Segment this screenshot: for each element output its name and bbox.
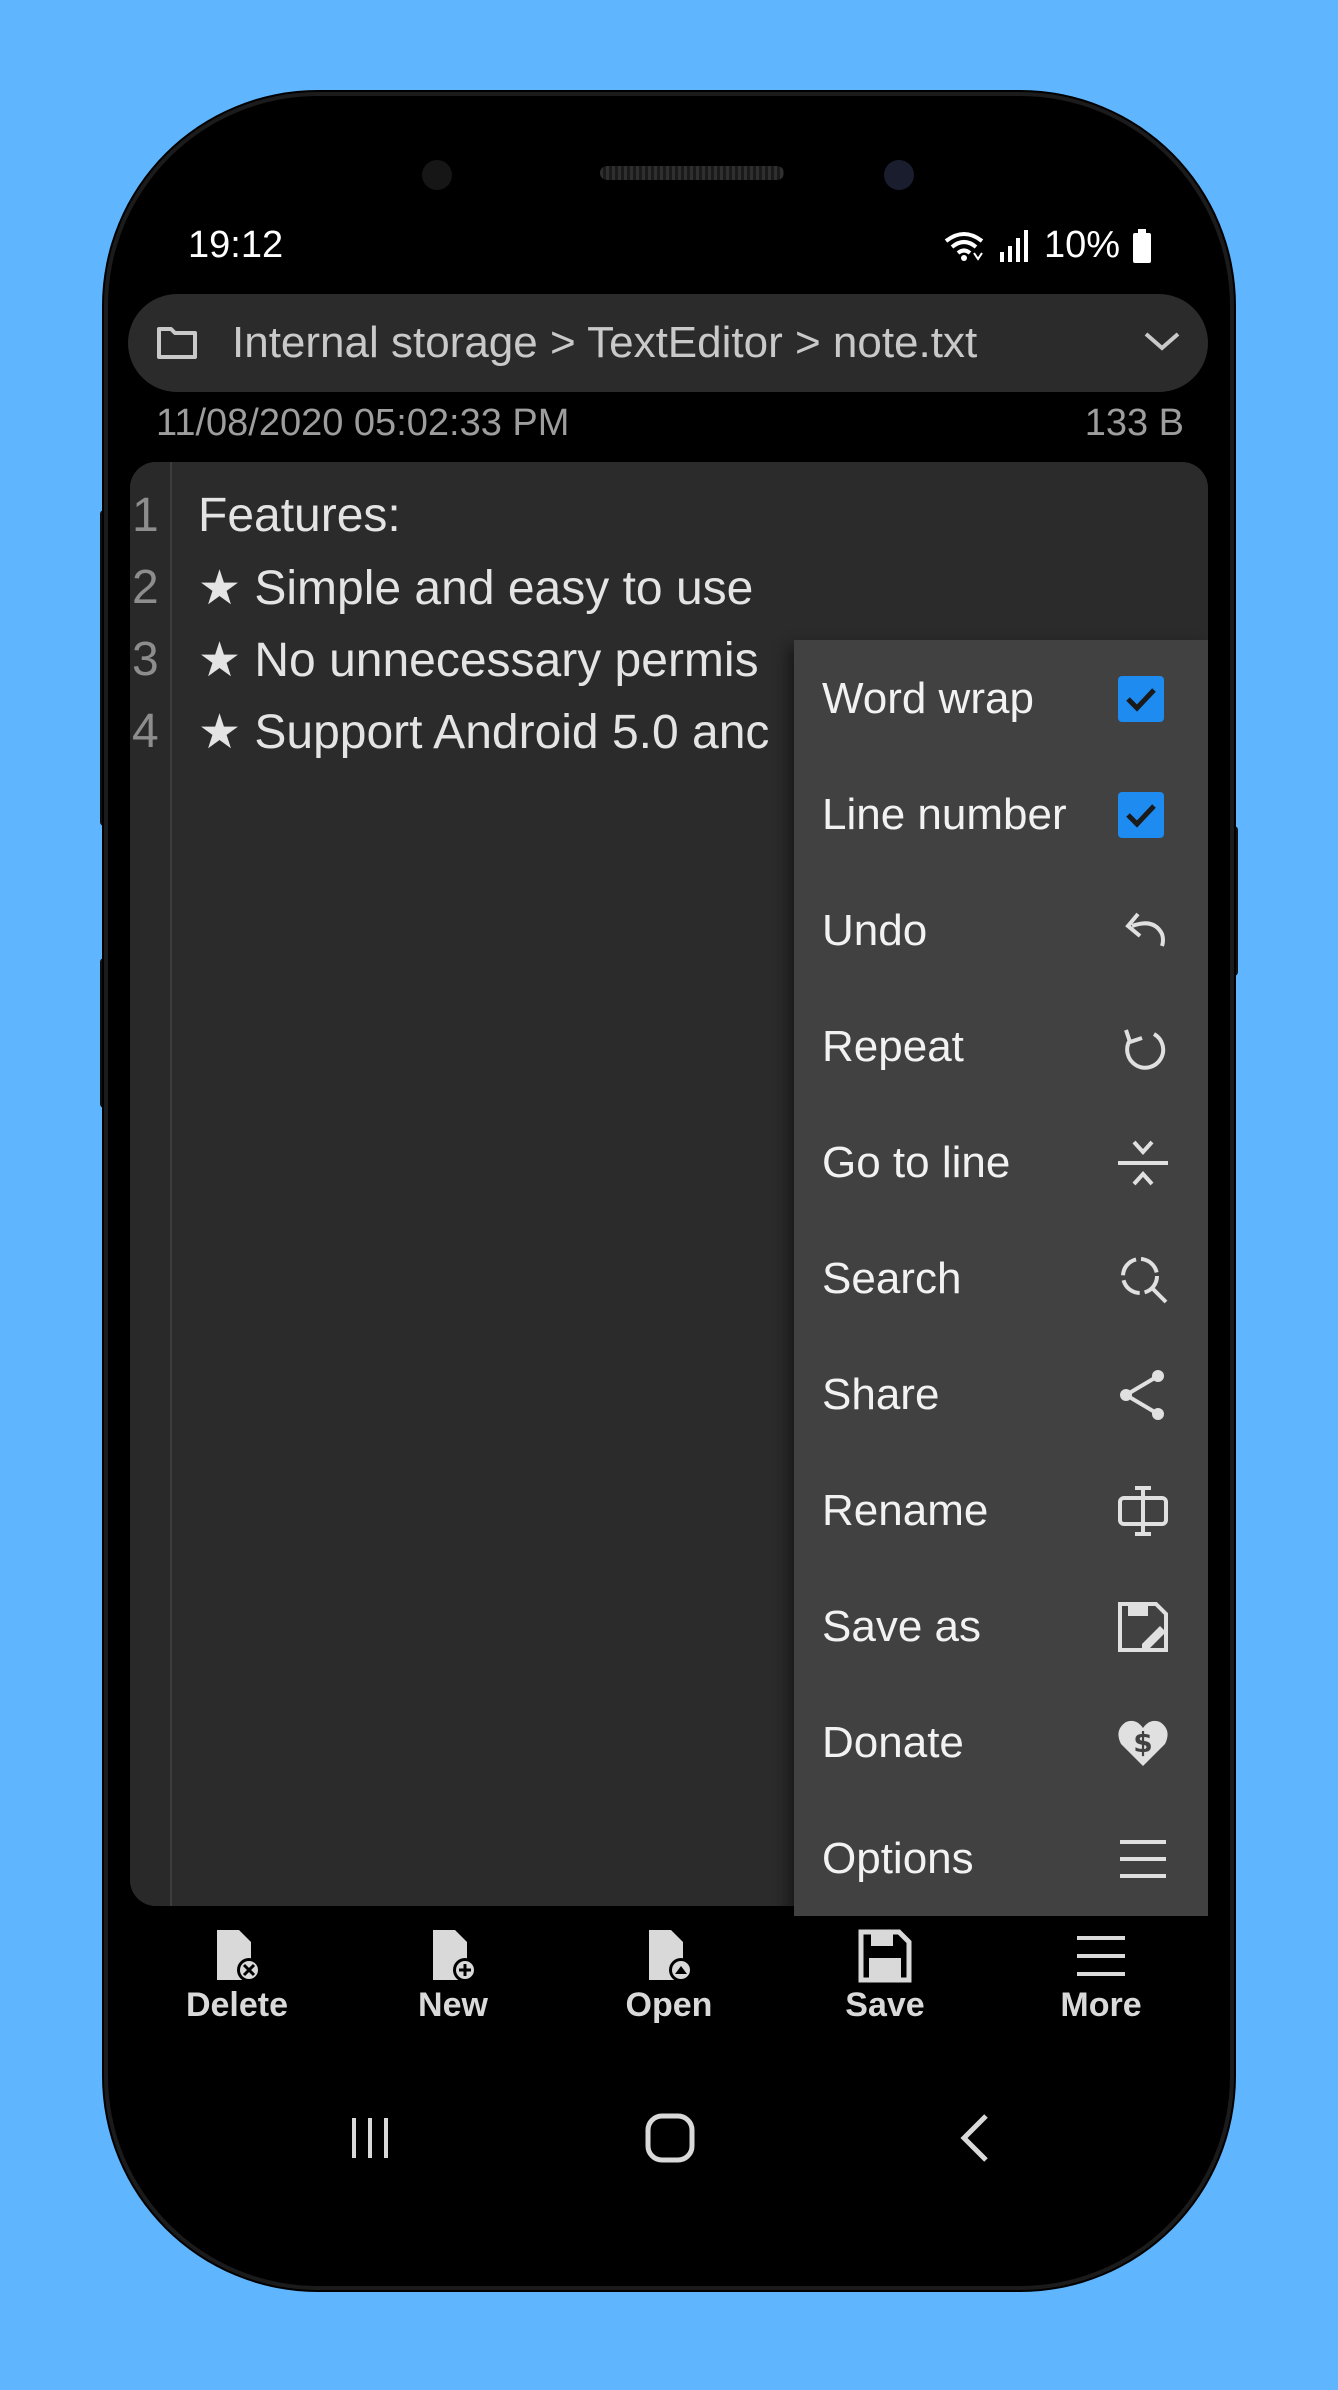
bottom-toolbar: Delete New Open Save More <box>108 1906 1230 2066</box>
front-camera <box>884 160 914 190</box>
menu-item-label: Line number <box>822 790 1067 839</box>
redo-icon <box>1124 1029 1166 1070</box>
save-as-icon <box>1118 1602 1168 1652</box>
save-button[interactable]: Save <box>810 1928 960 2025</box>
breadcrumb[interactable]: Internal storage > TextEditor > note.txt <box>232 318 977 368</box>
menu-item-label: Word wrap <box>822 674 1034 723</box>
phone-frame: 19:12 10% Internal storage > TextEditor … <box>108 96 1230 2286</box>
file-size: 133 B <box>1084 402 1184 444</box>
text-line[interactable]: ★ No unnecessary permis <box>198 632 759 688</box>
new-button[interactable]: New <box>378 1928 528 2025</box>
menu-item-label: Share <box>822 1370 940 1419</box>
earpiece-speaker <box>600 166 784 180</box>
line-number: 3 <box>132 633 159 686</box>
status-time: 19:12 <box>188 224 284 266</box>
text-line[interactable]: ★ Simple and easy to use <box>198 560 753 616</box>
undo-icon <box>1125 912 1165 947</box>
more-button[interactable]: More <box>1026 1928 1176 2025</box>
folder-icon <box>157 327 197 359</box>
battery-percent: 10% <box>1043 224 1120 266</box>
menu-item-undo[interactable]: Undo <box>794 872 1208 988</box>
file-delete-icon <box>217 1930 261 1982</box>
donate-heart-icon: $ <box>1118 1720 1168 1766</box>
menu-item-line-number[interactable]: Line number <box>794 756 1208 872</box>
menu-item-save-as[interactable]: Save as <box>794 1568 1208 1684</box>
svg-text:$: $ <box>1133 1726 1152 1759</box>
menu-item-go-to-line[interactable]: Go to line <box>794 1104 1208 1220</box>
line-number: 1 <box>132 489 159 542</box>
floppy-save-icon <box>858 1929 912 1983</box>
check-icon <box>1126 804 1156 828</box>
menu-item-donate[interactable]: Donate $ <box>794 1684 1208 1800</box>
menu-item-label: Save as <box>822 1602 981 1651</box>
line-number-checkbox[interactable] <box>1118 792 1164 838</box>
rename-icon <box>1118 1486 1168 1536</box>
home-icon[interactable] <box>644 2112 696 2164</box>
more-label: More <box>1060 1986 1142 2024</box>
chevron-down-icon[interactable] <box>1142 326 1182 356</box>
recents-icon[interactable] <box>346 2114 394 2162</box>
path-bar[interactable]: Internal storage > TextEditor > note.txt <box>128 294 1208 392</box>
text-line[interactable]: Features: <box>198 488 401 543</box>
delete-button[interactable]: Delete <box>162 1928 312 2025</box>
options-menu-icon <box>1120 1840 1166 1878</box>
menu-item-label: Options <box>822 1834 974 1883</box>
file-open-icon <box>649 1930 693 1982</box>
hamburger-icon <box>1077 1936 1125 1976</box>
menu-item-label: Rename <box>822 1486 989 1535</box>
modified-date: 11/08/2020 05:02:33 PM <box>156 402 570 444</box>
proximity-sensor <box>422 160 452 190</box>
menu-item-label: Search <box>822 1254 962 1303</box>
menu-item-search[interactable]: Search <box>794 1220 1208 1336</box>
menu-item-rename[interactable]: Rename <box>794 1452 1208 1568</box>
menu-item-label: Donate <box>822 1718 964 1767</box>
overflow-menu: Word wrap Line number Undo Repeat Go to … <box>794 640 1208 1916</box>
search-icon <box>1121 1257 1168 1304</box>
share-icon <box>1120 1370 1164 1420</box>
check-icon <box>1126 688 1156 712</box>
line-number: 2 <box>132 561 159 614</box>
wifi-icon <box>944 231 984 261</box>
menu-item-word-wrap[interactable]: Word wrap <box>794 640 1208 756</box>
line-number: 4 <box>132 705 159 758</box>
menu-item-share[interactable]: Share <box>794 1336 1208 1452</box>
open-button[interactable]: Open <box>594 1928 744 2025</box>
back-icon[interactable] <box>954 2112 994 2164</box>
word-wrap-checkbox[interactable] <box>1118 676 1164 722</box>
go-to-line-icon <box>1118 1140 1168 1186</box>
menu-item-label: Undo <box>822 906 928 955</box>
new-label: New <box>418 1986 488 2024</box>
open-label: Open <box>625 1986 713 2024</box>
save-label: Save <box>845 1986 925 2024</box>
menu-item-repeat[interactable]: Repeat <box>794 988 1208 1104</box>
menu-item-options[interactable]: Options <box>794 1800 1208 1916</box>
menu-item-label: Go to line <box>822 1138 1011 1187</box>
signal-icon <box>999 229 1028 262</box>
text-line[interactable]: ★ Support Android 5.0 anc <box>198 704 769 760</box>
delete-label: Delete <box>185 1986 289 2024</box>
menu-item-label: Repeat <box>822 1022 964 1071</box>
status-icons: 10% <box>942 224 1152 267</box>
battery-icon <box>1133 228 1151 263</box>
file-new-icon <box>433 1930 477 1982</box>
